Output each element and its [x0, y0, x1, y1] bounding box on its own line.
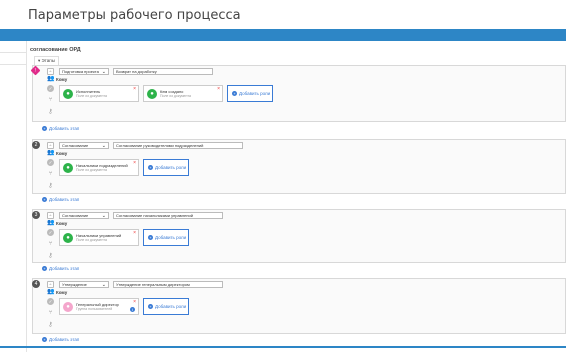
- stage-name-input[interactable]: Утверждение генеральным директором: [113, 281, 223, 288]
- add-stage-link[interactable]: + Добавить этап: [42, 126, 79, 132]
- branch-icon[interactable]: ⑂: [47, 171, 54, 178]
- people-icon: 👥: [47, 289, 55, 296]
- add-role-button[interactable]: + Добавить роли: [227, 85, 273, 102]
- process-name: согласование ОРД: [30, 47, 81, 53]
- to-label: 👥 Кому: [47, 220, 68, 227]
- remove-icon[interactable]: ×: [133, 86, 136, 92]
- chevron-down-icon: ⌄: [101, 282, 106, 288]
- role-subtitle: Группа пользователей: [76, 307, 113, 311]
- remove-icon[interactable]: ×: [133, 230, 136, 236]
- page-title: Параметры рабочего процесса: [28, 8, 241, 23]
- check-icon[interactable]: ✓: [47, 85, 54, 92]
- tab-stages[interactable]: ▾ Этапы: [34, 56, 59, 65]
- stage-type-select[interactable]: Согласование ⌄: [59, 212, 109, 219]
- user-icon: ●: [63, 233, 73, 243]
- left-rail: [0, 41, 27, 352]
- branch-icon[interactable]: ⑂: [47, 310, 54, 317]
- stage-badge: 3: [32, 211, 40, 219]
- role-card[interactable]: ● Начальники управлений Поле из документ…: [59, 229, 139, 246]
- stage-4: 4 ^ Утверждение ⌄ Утверждение генеральным…: [32, 278, 566, 334]
- people-icon: 👥: [47, 220, 55, 227]
- role-card[interactable]: ● Исполнитель Поле из документа ×: [59, 85, 139, 102]
- check-icon[interactable]: ✓: [47, 298, 54, 305]
- plus-icon: +: [42, 126, 47, 132]
- chevron-down-icon: ⌄: [101, 143, 106, 149]
- to-label: 👥 Кому: [47, 150, 68, 157]
- stage-type-select[interactable]: Утверждение ⌄: [59, 281, 109, 288]
- stage-3: 3 ^ Согласование ⌄ Согласование начальник…: [32, 209, 566, 263]
- bottom-divider: [0, 346, 566, 348]
- role-subtitle: Поле из документа: [160, 94, 191, 98]
- role-subtitle: Поле из документа: [76, 94, 107, 98]
- stage-name-input[interactable]: Согласование руководителями подразделени…: [113, 142, 243, 149]
- collapse-toggle[interactable]: ^: [47, 281, 54, 288]
- branch-icon[interactable]: ⑂: [47, 97, 54, 104]
- key-icon[interactable]: ⚷: [47, 183, 54, 190]
- check-icon[interactable]: ✓: [47, 229, 54, 236]
- side-icons: ✓ ⑂ ⚷: [47, 229, 55, 265]
- stage-name-input[interactable]: Согласование начальниками управлений: [113, 212, 223, 219]
- to-label: 👥 Кому: [47, 289, 68, 296]
- add-stage-link[interactable]: + Добавить этап: [42, 337, 79, 343]
- add-role-button[interactable]: + Добавить роли: [143, 159, 189, 176]
- role-card[interactable]: ● Генеральный директор Группа пользовате…: [59, 298, 139, 315]
- side-icons: ✓ ⑂ ⚷: [47, 159, 55, 195]
- plus-icon: +: [42, 337, 47, 343]
- to-label: 👥 Кому: [47, 76, 68, 83]
- branch-icon[interactable]: ⑂: [47, 241, 54, 248]
- plus-icon: +: [42, 197, 47, 203]
- collapse-toggle[interactable]: ^: [47, 142, 54, 149]
- stage-badge: 2: [32, 141, 40, 149]
- page-header: Параметры рабочего процесса: [0, 0, 566, 28]
- chevron-down-icon: ⌄: [101, 69, 106, 75]
- side-icons: ✓ ⑂ ⚷: [47, 85, 55, 121]
- key-icon[interactable]: ⚷: [47, 322, 54, 329]
- rail-item[interactable]: [0, 41, 26, 53]
- add-stage-link[interactable]: + Добавить этап: [42, 266, 79, 272]
- role-subtitle: Поле из документа: [76, 168, 107, 172]
- plus-icon: +: [148, 304, 153, 310]
- remove-icon[interactable]: ×: [133, 299, 136, 305]
- role-subtitle: Поле из документа: [76, 238, 107, 242]
- stage-badge: 4: [32, 280, 40, 288]
- rail-item[interactable]: [0, 53, 26, 65]
- tab-stages-label: Этапы: [41, 58, 55, 63]
- plus-icon: +: [148, 235, 153, 241]
- user-icon: ●: [63, 163, 73, 173]
- chevron-down-icon: ⌄: [101, 213, 106, 219]
- remove-icon[interactable]: ×: [133, 160, 136, 166]
- user-icon: ●: [147, 89, 157, 99]
- role-card[interactable]: ● Начальники подразделений Поле из докум…: [59, 159, 139, 176]
- add-role-button[interactable]: + Добавить роли: [143, 298, 189, 315]
- plus-icon: +: [148, 165, 153, 171]
- role-card[interactable]: ● Кем создано Поле из документа ×: [143, 85, 223, 102]
- remove-icon[interactable]: ×: [217, 86, 220, 92]
- people-icon: 👥: [47, 150, 55, 157]
- side-icons: ✓ ⑂ ⚷: [47, 298, 55, 334]
- add-stage-link[interactable]: + Добавить этап: [42, 197, 79, 203]
- stage-badge: !: [30, 65, 41, 76]
- info-icon[interactable]: i: [130, 307, 135, 312]
- add-role-button[interactable]: + Добавить роли: [143, 229, 189, 246]
- key-icon[interactable]: ⚷: [47, 253, 54, 260]
- plus-icon: +: [42, 266, 47, 272]
- check-icon[interactable]: ✓: [47, 159, 54, 166]
- stage-1: ! ^ Подготовка проекта ⌄ Возврат на дораб…: [30, 65, 566, 122]
- user-icon: ●: [63, 89, 73, 99]
- stage-type-select[interactable]: Подготовка проекта ⌄: [59, 68, 109, 75]
- key-icon[interactable]: ⚷: [47, 109, 54, 116]
- stage-2: 2 ^ Согласование ⌄ Согласование руководит…: [32, 139, 566, 194]
- stage-type-select[interactable]: Согласование ⌄: [59, 142, 109, 149]
- collapse-toggle[interactable]: ^: [47, 68, 54, 75]
- workflow-editor: согласование ОРД ▾ Этапы ! ^ Подготовка …: [28, 41, 566, 352]
- plus-icon: +: [232, 91, 237, 97]
- stage-name-input[interactable]: Возврат на доработку: [113, 68, 213, 75]
- collapse-toggle[interactable]: ^: [47, 212, 54, 219]
- top-toolbar: [0, 29, 566, 41]
- people-icon: 👥: [47, 76, 55, 83]
- group-icon: ●: [63, 302, 73, 312]
